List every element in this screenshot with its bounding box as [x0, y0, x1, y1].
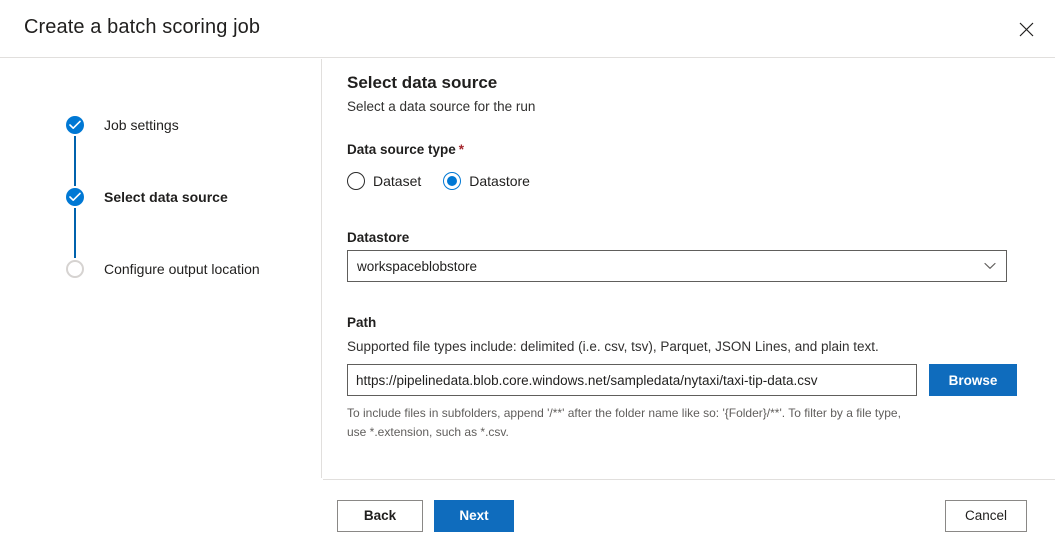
required-asterisk: * [459, 142, 464, 157]
path-hint-line-1: To include files in subfolders, append '… [347, 404, 927, 423]
radio-mark-icon [347, 172, 365, 190]
data-source-type-radio-group: Dataset Datastore [347, 172, 552, 190]
path-input[interactable] [347, 364, 917, 396]
data-source-type-label-text: Data source type [347, 142, 456, 157]
step-connector [74, 136, 76, 186]
sidebar-item-label: Select data source [104, 189, 228, 205]
panel-content: Select data source Select a data source … [323, 59, 1055, 478]
radio-option-datastore[interactable]: Datastore [443, 172, 530, 190]
dialog-title: Create a batch scoring job [24, 16, 260, 39]
sidebar-item-label: Job settings [104, 117, 179, 133]
datastore-select[interactable]: workspaceblobstore [347, 250, 1007, 282]
wizard-rail: Job settings Select data source Configur… [0, 59, 322, 478]
radio-mark-icon [443, 172, 461, 190]
back-button[interactable]: Back [337, 500, 423, 532]
path-hint-line-2: use *.extension, such as *.csv. [347, 423, 927, 442]
sidebar-item-label: Configure output location [104, 261, 260, 277]
radio-option-label: Dataset [373, 173, 421, 189]
path-label: Path [347, 315, 376, 330]
wizard-steps: Job settings Select data source Configur… [66, 114, 260, 280]
check-circle-icon [66, 116, 84, 134]
path-input-row: Browse [347, 364, 1017, 396]
close-icon[interactable] [1009, 12, 1043, 46]
next-button[interactable]: Next [434, 500, 514, 532]
dialog-footer: Back Next Cancel [323, 479, 1055, 539]
chevron-down-icon [984, 262, 1006, 270]
page-title: Select data source [347, 73, 497, 93]
create-batch-scoring-job-dialog: Create a batch scoring job Job settings [0, 0, 1055, 539]
datastore-selected-value: workspaceblobstore [348, 259, 984, 274]
radio-option-label: Datastore [469, 173, 530, 189]
dialog-header: Create a batch scoring job [0, 0, 1055, 58]
radio-option-dataset[interactable]: Dataset [347, 172, 421, 190]
browse-button[interactable]: Browse [929, 364, 1017, 396]
step-connector [74, 208, 76, 258]
data-source-type-label: Data source type* [347, 142, 464, 157]
sidebar-item-select-data-source[interactable]: Select data source [66, 186, 260, 208]
datastore-label: Datastore [347, 230, 409, 245]
cancel-button[interactable]: Cancel [945, 500, 1027, 532]
sidebar-item-configure-output-location[interactable]: Configure output location [66, 258, 260, 280]
sidebar-item-job-settings[interactable]: Job settings [66, 114, 260, 136]
page-subtitle: Select a data source for the run [347, 99, 535, 114]
supported-file-types-text: Supported file types include: delimited … [347, 339, 879, 354]
check-circle-icon [66, 188, 84, 206]
empty-circle-icon [66, 260, 84, 278]
